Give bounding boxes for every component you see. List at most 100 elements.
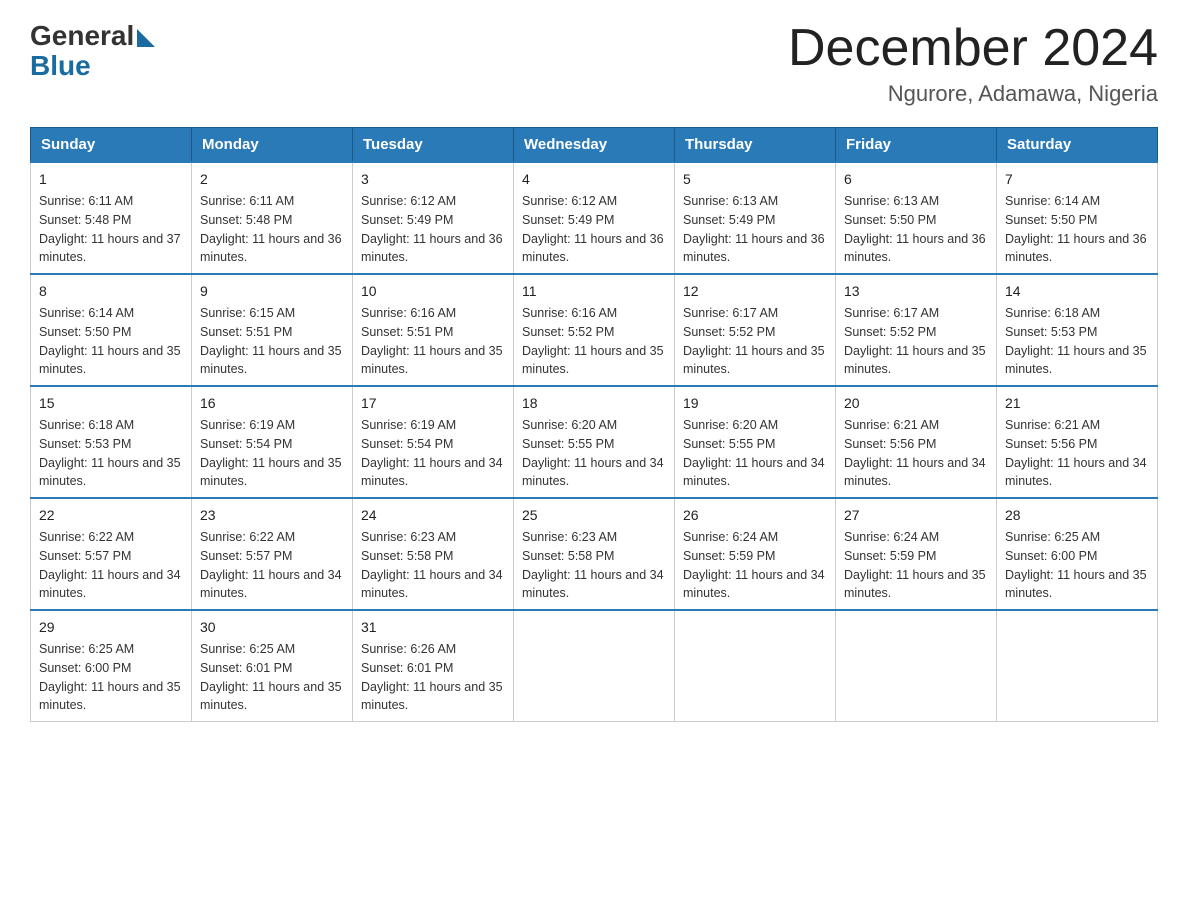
month-year-title: December 2024 (788, 20, 1158, 77)
table-row: 24 Sunrise: 6:23 AM Sunset: 5:58 PM Dayl… (353, 498, 514, 610)
sunset-text: Sunset: 5:53 PM (1005, 325, 1097, 339)
daylight-text: Daylight: 11 hours and 35 minutes. (361, 344, 503, 377)
table-row: 30 Sunrise: 6:25 AM Sunset: 6:01 PM Dayl… (192, 610, 353, 722)
day-number: 25 (522, 505, 666, 526)
table-row (675, 610, 836, 722)
day-number: 17 (361, 393, 505, 414)
sunset-text: Sunset: 5:54 PM (200, 437, 292, 451)
sunrise-text: Sunrise: 6:19 AM (200, 418, 295, 432)
table-row: 28 Sunrise: 6:25 AM Sunset: 6:00 PM Dayl… (997, 498, 1158, 610)
table-row: 25 Sunrise: 6:23 AM Sunset: 5:58 PM Dayl… (514, 498, 675, 610)
sunrise-text: Sunrise: 6:11 AM (200, 194, 294, 208)
sunrise-text: Sunrise: 6:24 AM (844, 530, 939, 544)
daylight-text: Daylight: 11 hours and 36 minutes. (683, 232, 825, 265)
sunrise-text: Sunrise: 6:12 AM (522, 194, 617, 208)
sunrise-text: Sunrise: 6:11 AM (39, 194, 133, 208)
day-number: 29 (39, 617, 183, 638)
table-row (997, 610, 1158, 722)
header-saturday: Saturday (997, 128, 1158, 163)
sunset-text: Sunset: 5:48 PM (200, 213, 292, 227)
sunset-text: Sunset: 5:48 PM (39, 213, 131, 227)
sunset-text: Sunset: 6:01 PM (361, 661, 453, 675)
header-monday: Monday (192, 128, 353, 163)
daylight-text: Daylight: 11 hours and 34 minutes. (361, 568, 503, 601)
table-row: 6 Sunrise: 6:13 AM Sunset: 5:50 PM Dayli… (836, 162, 997, 274)
week-row: 15 Sunrise: 6:18 AM Sunset: 5:53 PM Dayl… (31, 386, 1158, 498)
daylight-text: Daylight: 11 hours and 37 minutes. (39, 232, 181, 265)
header-friday: Friday (836, 128, 997, 163)
daylight-text: Daylight: 11 hours and 34 minutes. (522, 456, 664, 489)
table-row: 4 Sunrise: 6:12 AM Sunset: 5:49 PM Dayli… (514, 162, 675, 274)
daylight-text: Daylight: 11 hours and 36 minutes. (844, 232, 986, 265)
daylight-text: Daylight: 11 hours and 36 minutes. (1005, 232, 1147, 265)
table-row: 12 Sunrise: 6:17 AM Sunset: 5:52 PM Dayl… (675, 274, 836, 386)
header-wednesday: Wednesday (514, 128, 675, 163)
day-number: 4 (522, 169, 666, 190)
table-row: 15 Sunrise: 6:18 AM Sunset: 5:53 PM Dayl… (31, 386, 192, 498)
daylight-text: Daylight: 11 hours and 35 minutes. (200, 680, 342, 713)
day-number: 30 (200, 617, 344, 638)
table-row (514, 610, 675, 722)
sunrise-text: Sunrise: 6:23 AM (522, 530, 617, 544)
header-row: Sunday Monday Tuesday Wednesday Thursday… (31, 128, 1158, 163)
table-row: 20 Sunrise: 6:21 AM Sunset: 5:56 PM Dayl… (836, 386, 997, 498)
day-number: 7 (1005, 169, 1149, 190)
table-row (836, 610, 997, 722)
daylight-text: Daylight: 11 hours and 35 minutes. (39, 456, 181, 489)
table-row: 21 Sunrise: 6:21 AM Sunset: 5:56 PM Dayl… (997, 386, 1158, 498)
daylight-text: Daylight: 11 hours and 36 minutes. (522, 232, 664, 265)
sunrise-text: Sunrise: 6:17 AM (844, 306, 939, 320)
week-row: 8 Sunrise: 6:14 AM Sunset: 5:50 PM Dayli… (31, 274, 1158, 386)
table-row: 17 Sunrise: 6:19 AM Sunset: 5:54 PM Dayl… (353, 386, 514, 498)
sunset-text: Sunset: 5:52 PM (683, 325, 775, 339)
sunrise-text: Sunrise: 6:22 AM (200, 530, 295, 544)
table-row: 16 Sunrise: 6:19 AM Sunset: 5:54 PM Dayl… (192, 386, 353, 498)
daylight-text: Daylight: 11 hours and 35 minutes. (844, 568, 986, 601)
sunset-text: Sunset: 5:58 PM (361, 549, 453, 563)
daylight-text: Daylight: 11 hours and 34 minutes. (683, 456, 825, 489)
table-row: 11 Sunrise: 6:16 AM Sunset: 5:52 PM Dayl… (514, 274, 675, 386)
day-number: 1 (39, 169, 183, 190)
header-tuesday: Tuesday (353, 128, 514, 163)
sunset-text: Sunset: 6:01 PM (200, 661, 292, 675)
sunrise-text: Sunrise: 6:26 AM (361, 642, 456, 656)
daylight-text: Daylight: 11 hours and 35 minutes. (522, 344, 664, 377)
day-number: 28 (1005, 505, 1149, 526)
daylight-text: Daylight: 11 hours and 35 minutes. (1005, 344, 1147, 377)
table-row: 1 Sunrise: 6:11 AM Sunset: 5:48 PM Dayli… (31, 162, 192, 274)
daylight-text: Daylight: 11 hours and 36 minutes. (200, 232, 342, 265)
daylight-text: Daylight: 11 hours and 34 minutes. (844, 456, 986, 489)
daylight-text: Daylight: 11 hours and 34 minutes. (522, 568, 664, 601)
day-number: 16 (200, 393, 344, 414)
sunrise-text: Sunrise: 6:19 AM (361, 418, 456, 432)
calendar-table: Sunday Monday Tuesday Wednesday Thursday… (30, 127, 1158, 722)
table-row: 18 Sunrise: 6:20 AM Sunset: 5:55 PM Dayl… (514, 386, 675, 498)
day-number: 5 (683, 169, 827, 190)
day-number: 14 (1005, 281, 1149, 302)
table-row: 19 Sunrise: 6:20 AM Sunset: 5:55 PM Dayl… (675, 386, 836, 498)
day-number: 12 (683, 281, 827, 302)
sunset-text: Sunset: 5:49 PM (683, 213, 775, 227)
header-sunday: Sunday (31, 128, 192, 163)
daylight-text: Daylight: 11 hours and 35 minutes. (39, 344, 181, 377)
sunset-text: Sunset: 5:49 PM (361, 213, 453, 227)
sunrise-text: Sunrise: 6:14 AM (39, 306, 134, 320)
daylight-text: Daylight: 11 hours and 35 minutes. (39, 680, 181, 713)
sunset-text: Sunset: 5:51 PM (200, 325, 292, 339)
day-number: 2 (200, 169, 344, 190)
table-row: 23 Sunrise: 6:22 AM Sunset: 5:57 PM Dayl… (192, 498, 353, 610)
sunrise-text: Sunrise: 6:23 AM (361, 530, 456, 544)
sunrise-text: Sunrise: 6:13 AM (844, 194, 939, 208)
day-number: 13 (844, 281, 988, 302)
sunset-text: Sunset: 5:58 PM (522, 549, 614, 563)
day-number: 19 (683, 393, 827, 414)
day-number: 9 (200, 281, 344, 302)
table-row: 3 Sunrise: 6:12 AM Sunset: 5:49 PM Dayli… (353, 162, 514, 274)
sunset-text: Sunset: 5:52 PM (844, 325, 936, 339)
day-number: 21 (1005, 393, 1149, 414)
day-number: 15 (39, 393, 183, 414)
sunrise-text: Sunrise: 6:21 AM (1005, 418, 1100, 432)
title-section: December 2024 Ngurore, Adamawa, Nigeria (788, 20, 1158, 107)
sunrise-text: Sunrise: 6:15 AM (200, 306, 295, 320)
sunset-text: Sunset: 5:49 PM (522, 213, 614, 227)
